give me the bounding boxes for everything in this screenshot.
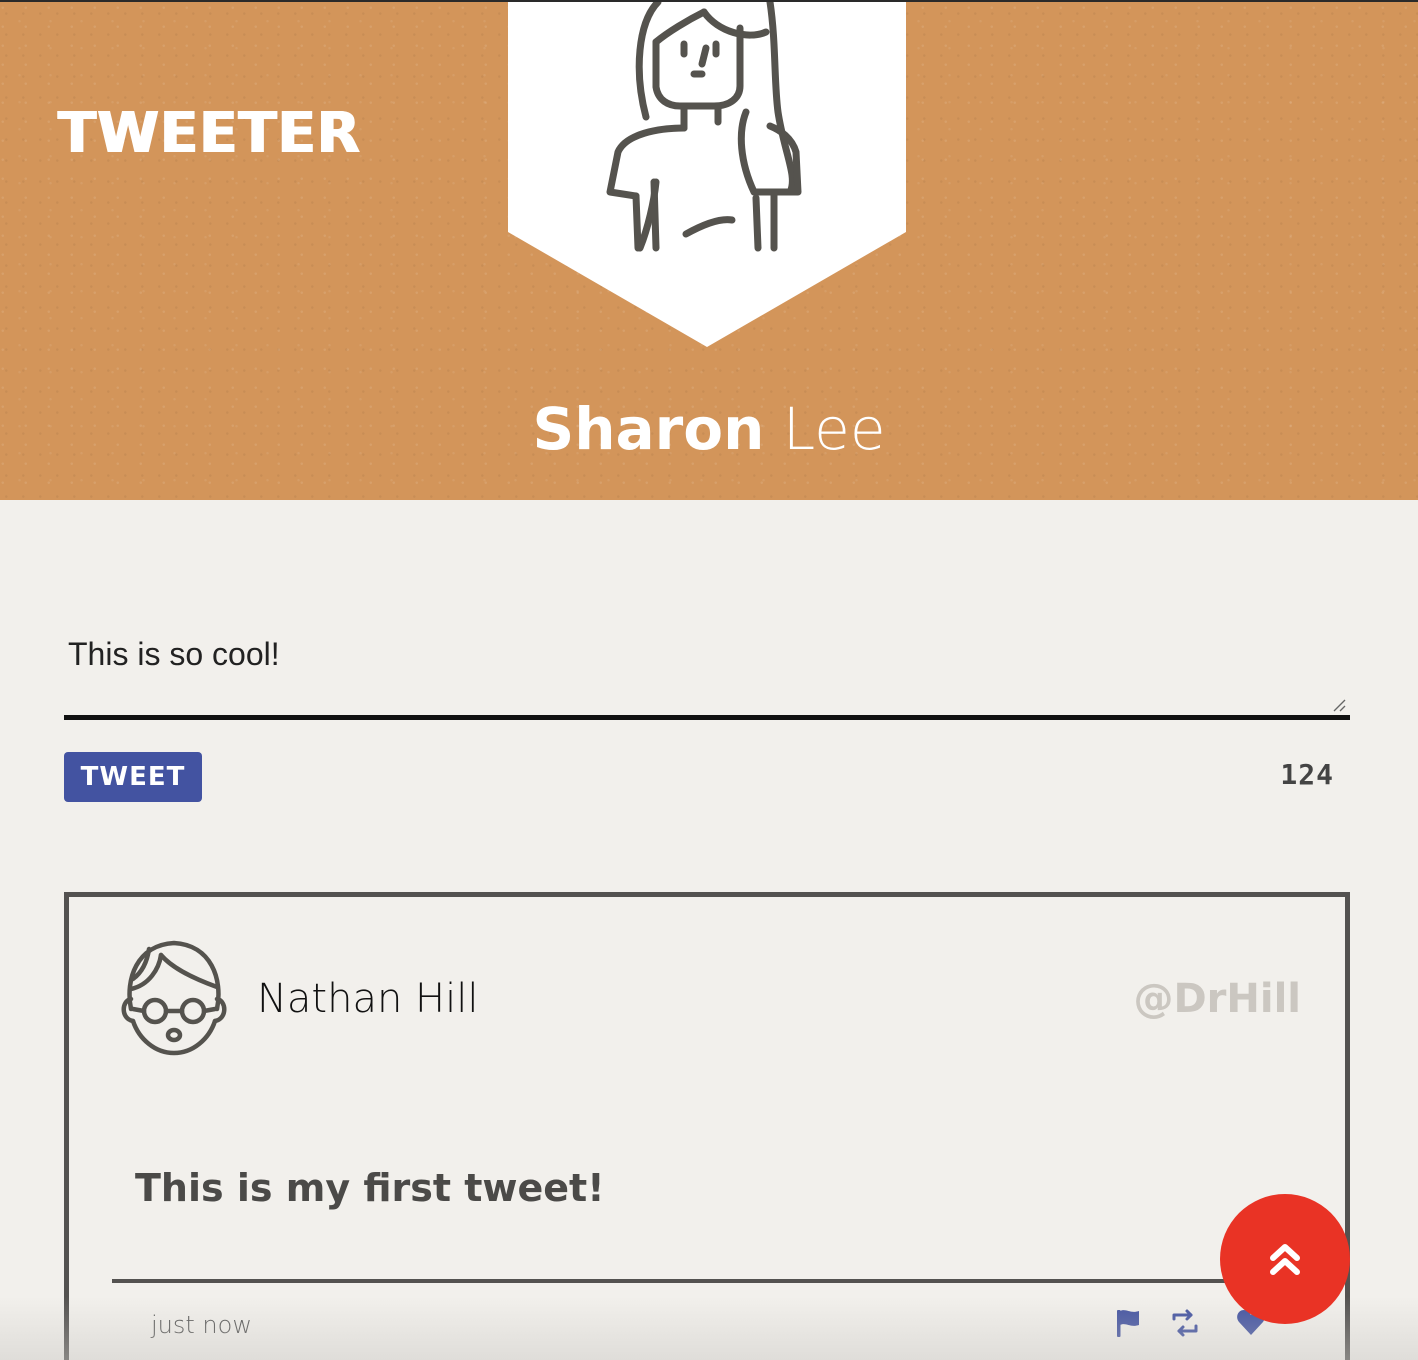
- woman-avatar-icon: [508, 2, 906, 347]
- profile-name: Sharon Lee: [0, 400, 1418, 458]
- resize-grip-icon[interactable]: [1332, 698, 1346, 712]
- tweet-button[interactable]: TWEET: [64, 752, 202, 802]
- char-count: 124: [1280, 758, 1334, 791]
- brand-logo[interactable]: TWEETER: [58, 106, 361, 162]
- profile-first-name: Sharon: [532, 395, 765, 463]
- profile-last-name: Lee: [782, 395, 886, 463]
- tweet-divider: [112, 1279, 1308, 1283]
- scroll-to-top-button[interactable]: [1220, 1194, 1350, 1324]
- double-chevron-up-icon: [1270, 1244, 1300, 1275]
- profile-banner: [508, 2, 906, 347]
- tweet-card: Nathan Hill @DrHill This is my first twe…: [64, 892, 1350, 1360]
- flag-icon[interactable]: [1113, 1307, 1145, 1339]
- retweet-icon[interactable]: [1169, 1307, 1201, 1339]
- man-glasses-avatar-icon: [121, 940, 227, 1056]
- tweet-input[interactable]: [64, 560, 1350, 720]
- tweet-author-name[interactable]: Nathan Hill: [257, 979, 478, 1019]
- tweet-author-handle[interactable]: @DrHill: [1133, 979, 1301, 1019]
- tweet-text: This is my first tweet!: [135, 1166, 605, 1210]
- compose-area: [64, 560, 1350, 720]
- profile-header: TWEETER Sharon Lee: [0, 0, 1418, 500]
- tweet-timestamp: just now: [151, 1311, 252, 1339]
- profile-page: TWEETER Sharon Lee This is so cool! TWEE…: [0, 0, 1418, 1360]
